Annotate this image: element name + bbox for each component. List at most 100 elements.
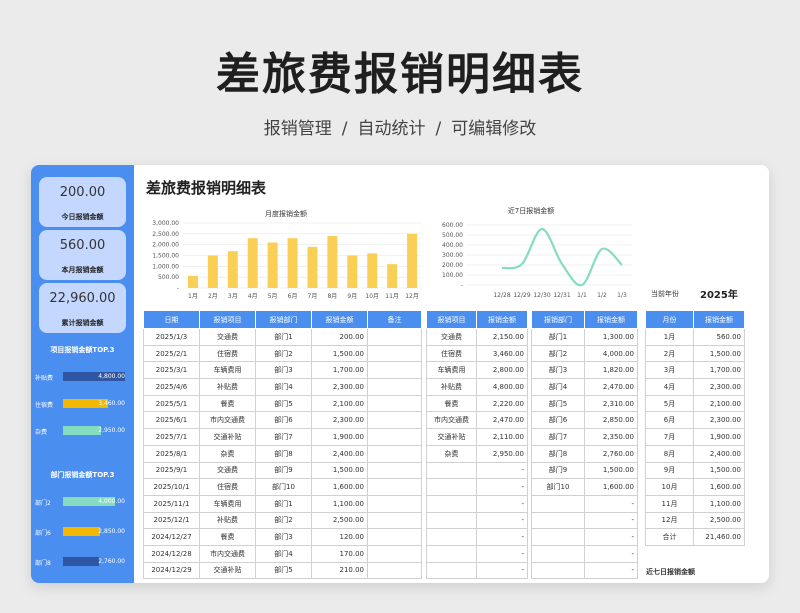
detail-cell[interactable]: 2025/12/1 (143, 511, 200, 530)
detail-cell[interactable]: 2025/7/1 (143, 428, 200, 446)
detail-cell[interactable]: 部门10 (255, 478, 312, 496)
item-cell[interactable] (426, 561, 477, 580)
month-cell[interactable]: 21,460.00 (693, 528, 745, 546)
dept-cell[interactable]: 部门2 (531, 344, 585, 363)
detail-cell[interactable]: 2025/6/1 (143, 411, 200, 430)
item-cell[interactable] (426, 528, 477, 546)
detail-cell[interactable] (367, 511, 422, 530)
detail-cell[interactable]: 2025/4/6 (143, 378, 200, 396)
dept-cell[interactable] (531, 544, 585, 563)
dept-cell[interactable] (531, 511, 585, 530)
item-cell[interactable]: 2,470.00 (476, 411, 528, 430)
dept-cell[interactable]: 1,500.00 (584, 461, 638, 480)
month-cell[interactable]: 12月 (645, 511, 694, 530)
detail-cell[interactable]: 部门4 (255, 544, 312, 563)
item-cell[interactable]: 交通费 (426, 328, 477, 346)
month-cell[interactable]: 2,300.00 (693, 411, 745, 430)
month-cell[interactable]: 8月 (645, 444, 694, 463)
item-cell[interactable] (426, 494, 477, 513)
detail-cell[interactable] (367, 361, 422, 380)
month-cell[interactable]: 2,300.00 (693, 378, 745, 396)
detail-cell[interactable]: 部门4 (255, 378, 312, 396)
detail-cell[interactable] (367, 478, 422, 496)
detail-cell[interactable]: 2024/12/28 (143, 544, 200, 563)
detail-cell[interactable] (367, 444, 422, 463)
detail-cell[interactable]: 部门5 (255, 394, 312, 413)
detail-cell[interactable]: 1,500.00 (311, 461, 368, 480)
item-cell[interactable]: 补贴费 (426, 378, 477, 396)
item-cell[interactable]: - (476, 461, 528, 480)
detail-cell[interactable] (367, 461, 422, 480)
detail-cell[interactable]: 车辆费用 (199, 494, 256, 513)
detail-cell[interactable]: 市内交通费 (199, 544, 256, 563)
dept-cell[interactable]: 2,850.00 (584, 411, 638, 430)
month-cell[interactable]: 1,500.00 (693, 344, 745, 363)
item-cell[interactable]: - (476, 528, 528, 546)
dept-cell[interactable]: 1,820.00 (584, 361, 638, 380)
detail-cell[interactable]: 部门8 (255, 444, 312, 463)
dept-cell[interactable]: 部门6 (531, 411, 585, 430)
detail-cell[interactable]: 住宿费 (199, 344, 256, 363)
detail-cell[interactable] (367, 344, 422, 363)
month-cell[interactable]: 9月 (645, 461, 694, 480)
dept-cell[interactable]: 部门3 (531, 361, 585, 380)
dept-cell[interactable] (531, 528, 585, 546)
detail-cell[interactable] (367, 494, 422, 513)
detail-cell[interactable]: 2025/2/1 (143, 344, 200, 363)
detail-cell[interactable]: 交通补贴 (199, 428, 256, 446)
detail-cell[interactable]: 交通费 (199, 461, 256, 480)
detail-cell[interactable]: 2,300.00 (311, 411, 368, 430)
detail-cell[interactable]: 部门1 (255, 328, 312, 346)
item-cell[interactable]: 2,220.00 (476, 394, 528, 413)
detail-cell[interactable]: 200.00 (311, 328, 368, 346)
detail-cell[interactable]: 交通补贴 (199, 561, 256, 580)
month-cell[interactable]: 11月 (645, 494, 694, 513)
item-cell[interactable]: 车辆费用 (426, 361, 477, 380)
detail-cell[interactable]: 2025/1/3 (143, 328, 200, 346)
item-cell[interactable]: 2,150.00 (476, 328, 528, 346)
detail-cell[interactable]: 2025/9/1 (143, 461, 200, 480)
item-cell[interactable]: - (476, 561, 528, 580)
dept-cell[interactable]: - (584, 528, 638, 546)
detail-cell[interactable]: 120.00 (311, 528, 368, 546)
detail-cell[interactable]: 1,600.00 (311, 478, 368, 496)
detail-cell[interactable]: 餐费 (199, 394, 256, 413)
detail-cell[interactable]: 部门1 (255, 494, 312, 513)
item-cell[interactable]: 市内交通费 (426, 411, 477, 430)
detail-cell[interactable]: 住宿费 (199, 478, 256, 496)
item-cell[interactable] (426, 511, 477, 530)
detail-cell[interactable]: 2025/5/1 (143, 394, 200, 413)
detail-cell[interactable]: 2,300.00 (311, 378, 368, 396)
dept-cell[interactable]: 1,600.00 (584, 478, 638, 496)
dept-cell[interactable]: - (584, 561, 638, 580)
detail-cell[interactable] (367, 528, 422, 546)
month-cell[interactable]: 1,500.00 (693, 461, 745, 480)
dept-cell[interactable]: 4,000.00 (584, 344, 638, 363)
item-cell[interactable]: 杂费 (426, 444, 477, 463)
detail-cell[interactable] (367, 378, 422, 396)
month-cell[interactable]: 3月 (645, 361, 694, 380)
item-cell[interactable]: 3,460.00 (476, 344, 528, 363)
detail-cell[interactable]: 2025/10/1 (143, 478, 200, 496)
detail-cell[interactable]: 补贴费 (199, 511, 256, 530)
item-cell[interactable]: 4,800.00 (476, 378, 528, 396)
detail-cell[interactable]: 1,900.00 (311, 428, 368, 446)
item-cell[interactable] (426, 544, 477, 563)
item-cell[interactable]: - (476, 478, 528, 496)
detail-cell[interactable]: 部门6 (255, 411, 312, 430)
detail-cell[interactable] (367, 561, 422, 580)
month-cell[interactable]: 2,500.00 (693, 511, 745, 530)
detail-cell[interactable]: 部门2 (255, 344, 312, 363)
dept-cell[interactable]: 部门5 (531, 394, 585, 413)
detail-cell[interactable]: 交通费 (199, 328, 256, 346)
month-cell[interactable]: 5月 (645, 394, 694, 413)
detail-cell[interactable]: 2025/8/1 (143, 444, 200, 463)
month-cell[interactable]: 7月 (645, 428, 694, 446)
detail-cell[interactable]: 2025/11/1 (143, 494, 200, 513)
item-cell[interactable]: - (476, 544, 528, 563)
detail-cell[interactable]: 210.00 (311, 561, 368, 580)
detail-cell[interactable]: 1,500.00 (311, 344, 368, 363)
item-cell[interactable]: 2,110.00 (476, 428, 528, 446)
month-cell[interactable]: 2月 (645, 344, 694, 363)
dept-cell[interactable]: - (584, 511, 638, 530)
